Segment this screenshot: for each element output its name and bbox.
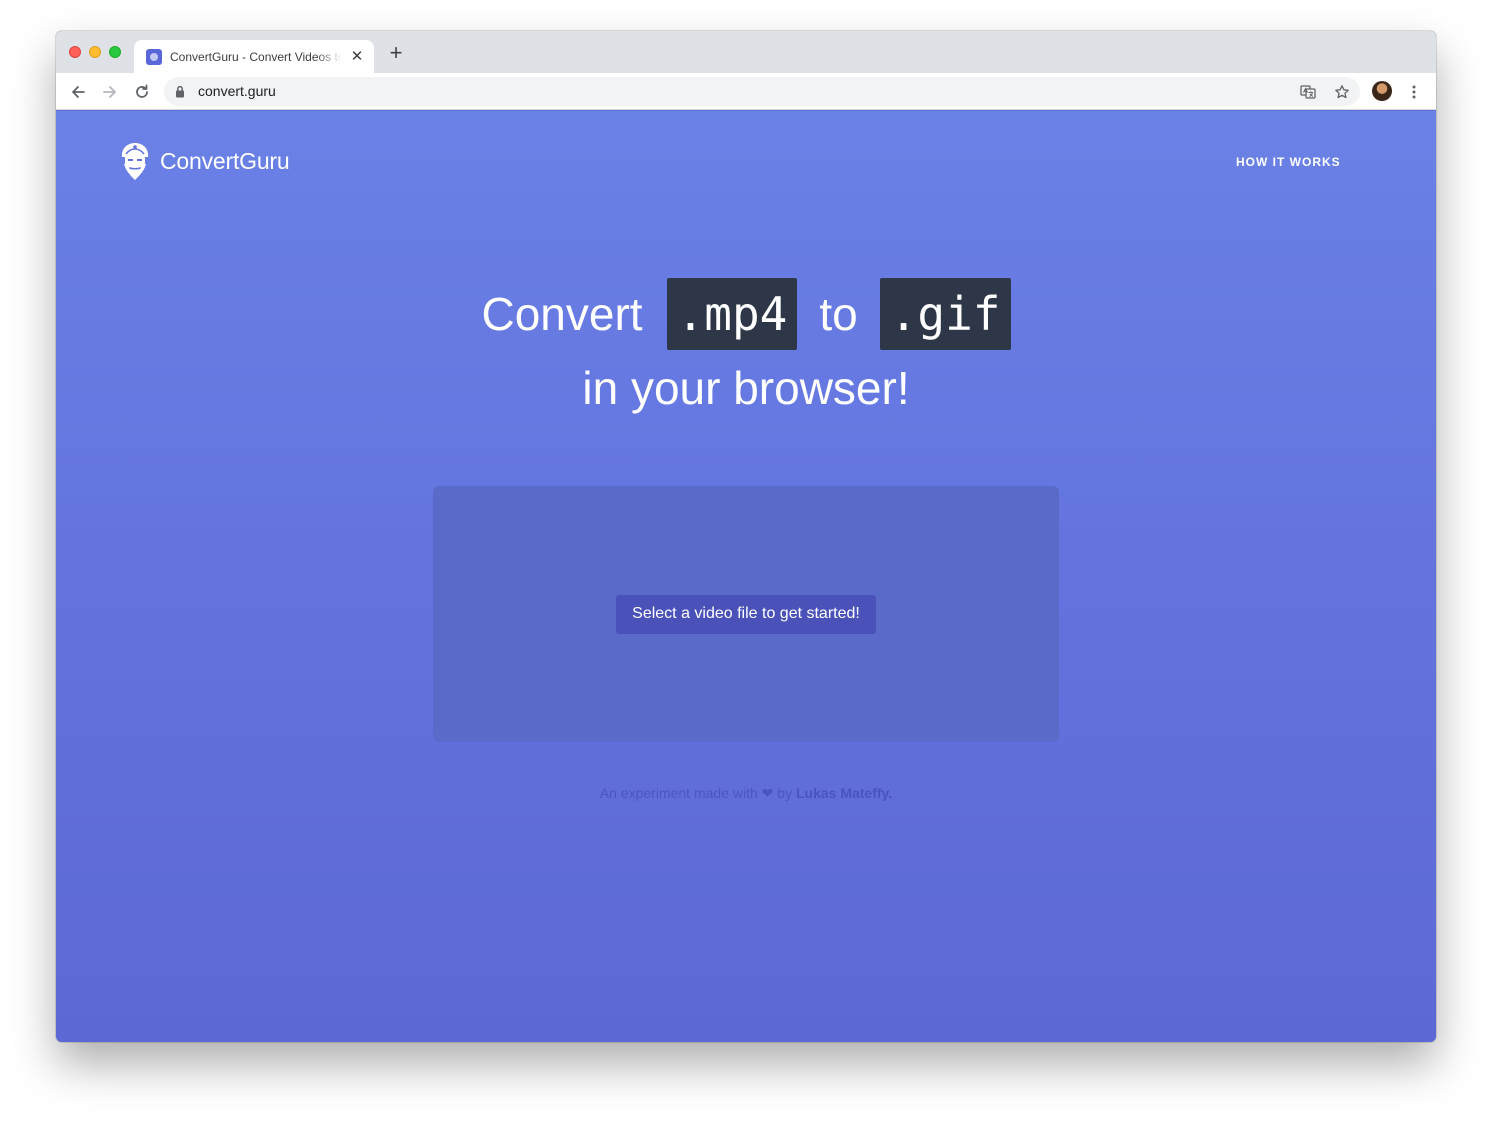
window-minimize-button[interactable] xyxy=(89,46,101,58)
nav-link-how-it-works[interactable]: HOW IT WORKS xyxy=(1236,155,1341,169)
close-icon[interactable]: ✕ xyxy=(350,49,364,64)
url-text: convert.guru xyxy=(198,83,276,99)
menu-kebab-icon[interactable] xyxy=(1406,81,1422,103)
footer-credit: An experiment made with ❤ by Lukas Matef… xyxy=(56,785,1436,802)
target-format-chip: .gif xyxy=(879,278,1011,350)
footer-by: by xyxy=(777,785,793,801)
forward-arrow-icon[interactable] xyxy=(99,81,121,103)
reload-icon[interactable] xyxy=(131,81,153,103)
select-video-button[interactable]: Select a video file to get started! xyxy=(616,594,876,634)
author-link[interactable]: Lukas Mateffy. xyxy=(796,785,892,801)
hero-word-to: to xyxy=(819,288,858,340)
hero-heading-line1: Convert .mp4 to .gif xyxy=(56,278,1436,350)
new-tab-button[interactable]: + xyxy=(386,42,406,64)
source-format-chip: .mp4 xyxy=(666,278,798,350)
brand[interactable]: ConvertGuru xyxy=(118,141,290,181)
guru-logo-icon xyxy=(121,143,149,180)
lock-icon xyxy=(175,85,185,103)
browser-window: ConvertGuru - Convert Videos to GIF ✕ + … xyxy=(56,31,1436,1042)
back-arrow-icon[interactable] xyxy=(67,81,89,103)
browser-tab[interactable]: ConvertGuru - Convert Videos to GIF ✕ xyxy=(134,40,374,73)
tab-strip: ConvertGuru - Convert Videos to GIF ✕ + xyxy=(56,31,1436,73)
window-close-button[interactable] xyxy=(69,46,81,58)
heart-icon: ❤ xyxy=(761,785,774,801)
window-zoom-button[interactable] xyxy=(109,46,121,58)
address-bar[interactable]: convert.guru xyxy=(164,77,1360,106)
tab-title: ConvertGuru - Convert Videos to GIF xyxy=(170,49,342,64)
brand-name: ConvertGuru xyxy=(160,147,290,174)
browser-toolbar: convert.guru xyxy=(56,73,1436,110)
bookmark-star-icon[interactable] xyxy=(1332,82,1352,102)
page-content: ConvertGuru HOW IT WORKS Convert .mp4 to… xyxy=(56,111,1436,1042)
hero-heading-line2: in your browser! xyxy=(582,362,910,414)
profile-avatar[interactable] xyxy=(1372,81,1392,101)
hero-word-convert: Convert xyxy=(481,288,643,340)
file-dropzone[interactable]: Select a video file to get started! xyxy=(433,486,1059,742)
translate-icon[interactable] xyxy=(1298,82,1318,102)
footer-text: An experiment made with xyxy=(599,785,758,801)
favicon-icon xyxy=(146,48,162,65)
